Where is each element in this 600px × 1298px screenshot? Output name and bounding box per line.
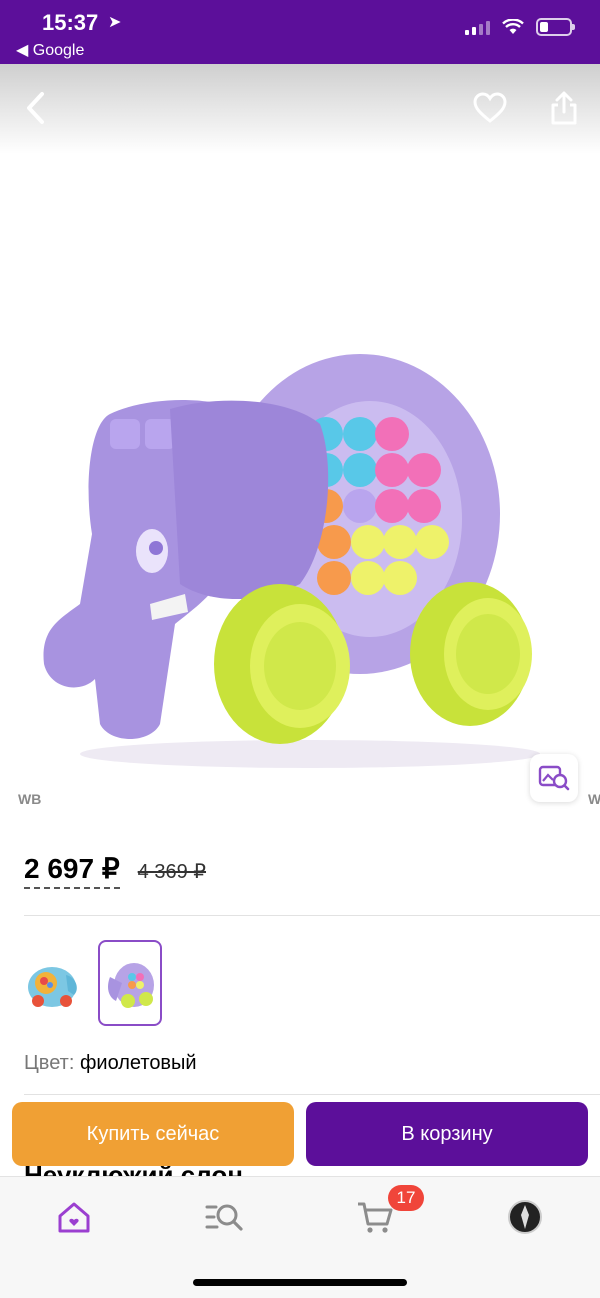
location-arrow-icon: ➤	[108, 14, 122, 31]
price-row: 2 697 ₽ 4 369 ₽	[24, 852, 206, 889]
action-buttons: Купить сейчас В корзину	[12, 1102, 588, 1166]
wb-watermark: WB	[18, 791, 42, 807]
back-to-app-link[interactable]: ◀ Google	[16, 40, 84, 60]
home-icon	[58, 1202, 90, 1233]
color-row: Цвет: фиолетовый	[24, 1052, 197, 1075]
tab-profile[interactable]	[503, 1195, 547, 1239]
current-price[interactable]: 2 697 ₽	[24, 852, 120, 889]
home-indicator	[193, 1279, 407, 1286]
add-to-cart-button[interactable]: В корзину	[306, 1102, 588, 1166]
tab-catalog[interactable]	[202, 1195, 246, 1239]
image-search-icon	[538, 765, 570, 791]
old-price: 4 369 ₽	[137, 861, 207, 883]
buy-now-button[interactable]: Купить сейчас	[12, 1102, 294, 1166]
signal-icon	[465, 19, 490, 35]
wifi-icon	[502, 19, 524, 34]
photo-search-button[interactable]	[530, 754, 578, 802]
status-time: 15:37	[42, 10, 99, 35]
cart-icon	[358, 1202, 393, 1233]
divider	[24, 915, 600, 916]
battery-icon	[536, 18, 575, 36]
color-variants	[20, 940, 162, 1026]
avatar	[508, 1200, 542, 1234]
product-photo	[43, 354, 540, 768]
wb-watermark-next: W	[588, 791, 600, 807]
catalog-search-icon	[205, 1204, 243, 1231]
divider	[24, 1094, 600, 1095]
variant-thumbnail	[28, 967, 77, 1007]
cart-count-badge: 17	[388, 1185, 424, 1211]
tab-home[interactable]	[52, 1195, 96, 1239]
color-variant-purple[interactable]	[98, 940, 162, 1026]
product-image-gallery[interactable]: WB W	[0, 64, 600, 824]
color-variant-blue[interactable]	[20, 940, 84, 1026]
variant-thumbnail	[108, 963, 154, 1008]
status-bar: 15:37 ➤ ◀ Google	[0, 0, 600, 64]
color-value: фиолетовый	[79, 1052, 197, 1074]
color-label: Цвет:	[24, 1052, 75, 1074]
